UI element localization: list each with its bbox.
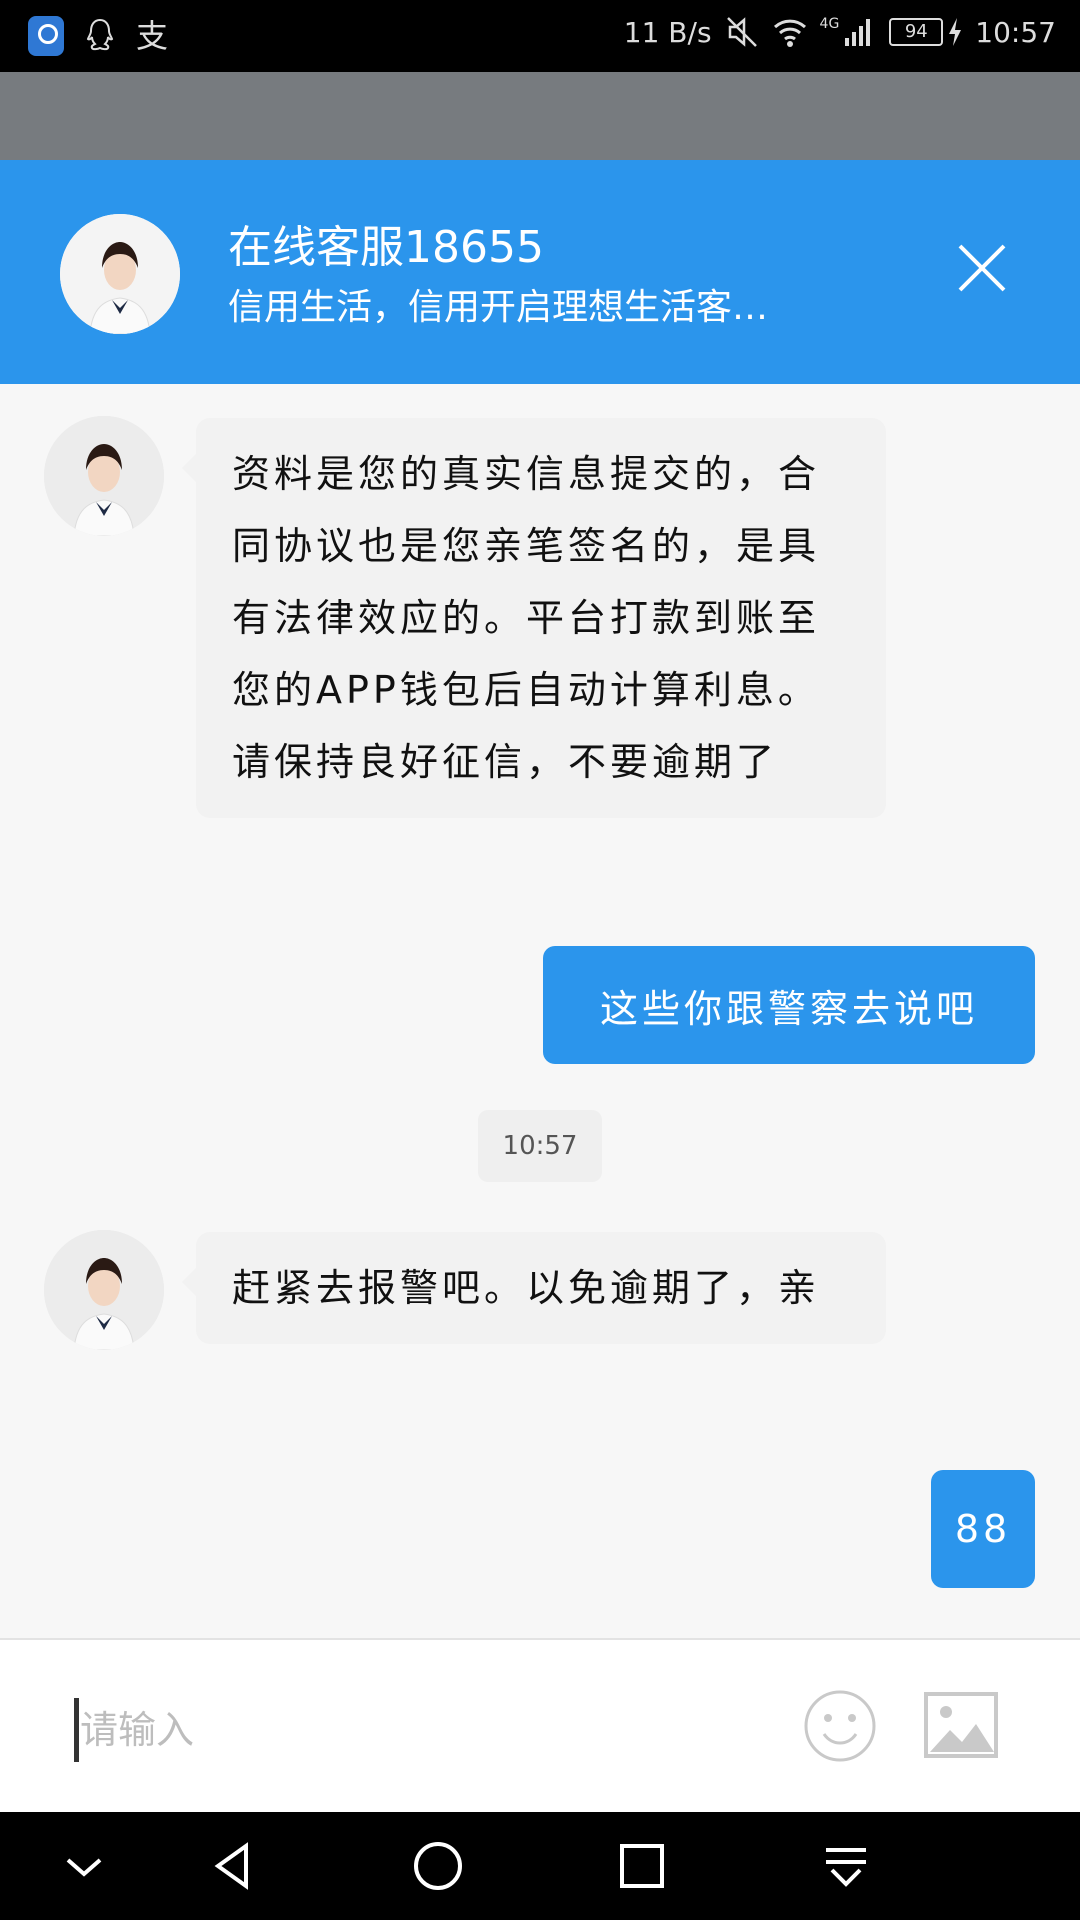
agent-avatar[interactable]	[60, 214, 180, 334]
chat-subtitle: 信用生活，信用开启理想生活客…	[228, 287, 769, 328]
mute-icon	[726, 17, 757, 47]
message-input[interactable]	[80, 1696, 760, 1764]
net-speed: 11 B/s	[623, 15, 712, 49]
message-bubble-incoming: 资料是您的真实信息提交的，合同协议也是您亲笔签名的，是具有法律效应的。平台打款到…	[182, 418, 886, 818]
message-bubble-outgoing: 这些你跟警察去说吧	[543, 946, 1035, 1064]
notification-shade-icon[interactable]	[818, 1838, 874, 1894]
back-icon[interactable]	[206, 1838, 262, 1894]
agent-avatar[interactable]	[44, 416, 164, 536]
agent-portrait	[44, 1230, 164, 1350]
message-timestamp: 10:57	[478, 1110, 602, 1182]
chat-header: 在线客服18655 信用生活，信用开启理想生活客…	[0, 160, 1080, 384]
close-icon[interactable]	[956, 242, 1008, 294]
network-type: 4G	[819, 16, 840, 32]
hide-keyboard-icon[interactable]	[56, 1838, 112, 1894]
chat-title: 在线客服18655	[228, 222, 544, 273]
charging-icon	[949, 18, 962, 46]
message-bubble-outgoing: 88	[931, 1470, 1035, 1588]
home-icon[interactable]	[410, 1838, 466, 1894]
qq-icon	[86, 18, 114, 51]
text-cursor	[74, 1698, 79, 1762]
signal-icon	[845, 19, 871, 46]
clock: 10:57	[975, 15, 1056, 49]
message-bubble-incoming: 赶紧去报警吧。以免逾期了，亲	[182, 1232, 886, 1344]
emoji-icon[interactable]	[802, 1688, 878, 1764]
dimmed-background	[0, 72, 1080, 160]
recent-apps-icon[interactable]	[614, 1838, 670, 1894]
image-icon[interactable]	[924, 1692, 998, 1758]
status-bar: 支 11 B/s 4G 94 10:57	[0, 0, 1080, 72]
battery-level: 94	[889, 18, 944, 46]
agent-avatar[interactable]	[44, 1230, 164, 1350]
wifi-icon	[773, 19, 806, 47]
agent-portrait	[60, 214, 180, 334]
battery-indicator: 94	[889, 17, 963, 47]
agent-portrait	[44, 416, 164, 536]
alipay-icon: 支	[136, 17, 169, 55]
message-input-bar	[0, 1638, 1080, 1812]
navigation-bar	[0, 1812, 1080, 1920]
app-notification-icon	[28, 16, 64, 56]
